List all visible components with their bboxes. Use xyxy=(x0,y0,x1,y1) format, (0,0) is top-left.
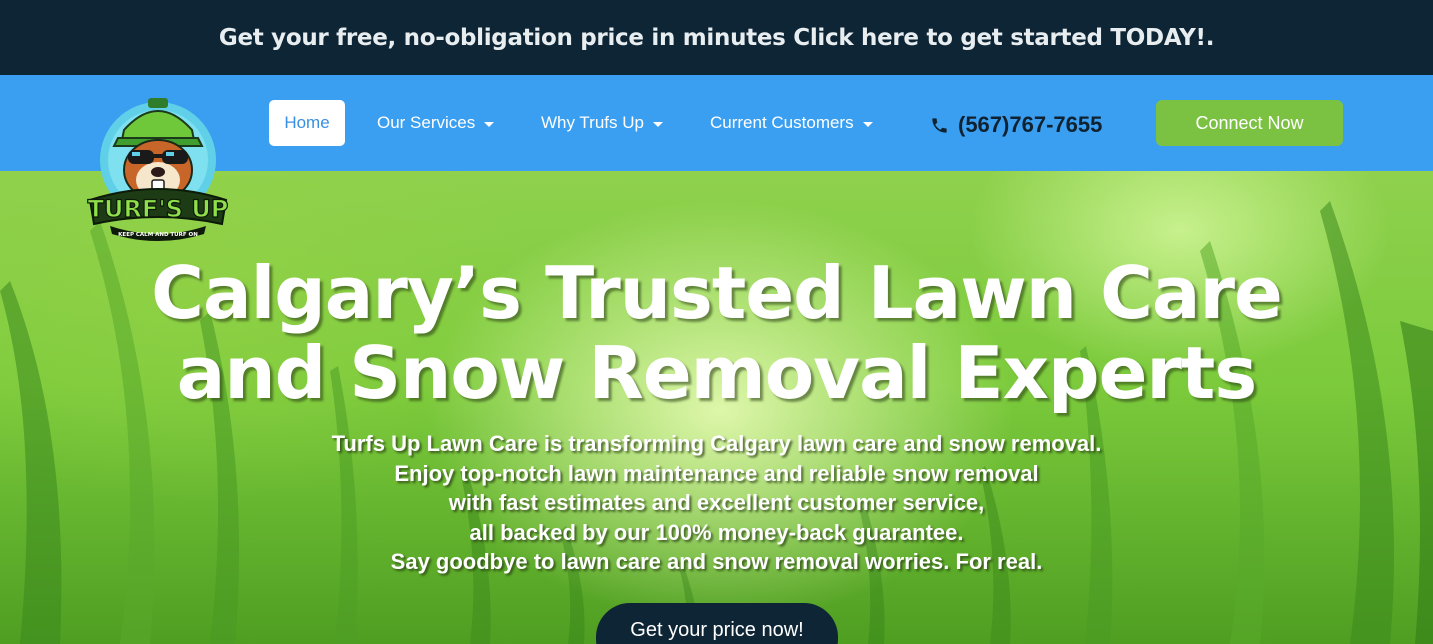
nav-current-customers-label: Current Customers xyxy=(710,113,854,132)
hero-subtitle-line: Enjoy top-notch lawn maintenance and rel… xyxy=(394,460,1039,486)
hero-subtitle-line: Turfs Up Lawn Care is transforming Calga… xyxy=(331,431,1102,456)
nav-home[interactable]: Home xyxy=(269,100,345,146)
get-price-button[interactable]: Get your price now! xyxy=(596,603,838,644)
nav-our-services[interactable]: Our Services xyxy=(377,100,495,146)
phone-number: (567)767-7655 xyxy=(958,112,1103,137)
promo-link[interactable]: Get your free, no-obligation price in mi… xyxy=(219,25,1215,51)
connect-now-button[interactable]: Connect Now xyxy=(1156,100,1343,146)
chevron-down-icon xyxy=(484,121,495,127)
nav-our-services-label: Our Services xyxy=(377,113,476,132)
logo-tagline: KEEP CALM AND TURF ON xyxy=(118,232,198,238)
hero-title-line-1: Calgary’s Trusted Lawn Care xyxy=(151,251,1283,335)
nav-home-label: Home xyxy=(284,113,330,132)
turfs-up-logo[interactable]: TURF'S UP KEEP CALM AND TURF ON xyxy=(86,92,230,244)
hero-title-line-2: and Snow Removal Experts xyxy=(176,331,1257,415)
nav-why-trufs-up-label: Why Trufs Up xyxy=(541,113,644,132)
chevron-down-icon xyxy=(652,121,663,127)
hero-subtitle-line: all backed by our 100% money-back guaran… xyxy=(469,519,964,545)
hero-subtitle-line: Say goodbye to lawn care and snow remova… xyxy=(390,549,1043,574)
nav-why-trufs-up[interactable]: Why Trufs Up xyxy=(541,100,663,146)
logo-brand-text: TURF'S UP xyxy=(88,195,229,223)
nav-current-customers[interactable]: Current Customers xyxy=(710,100,873,146)
hero-title: Calgary’s Trusted Lawn Care and Snow Rem… xyxy=(0,253,1433,413)
turfs-up-logo-graphic: TURF'S UP KEEP CALM AND TURF ON xyxy=(87,98,229,241)
hero-subtitle-line: with fast estimates and excellent custom… xyxy=(448,490,985,515)
promo-banner: Get your free, no-obligation price in mi… xyxy=(0,0,1433,75)
phone-link[interactable]: (567)767-7655 xyxy=(930,100,1102,150)
phone-icon xyxy=(932,117,947,133)
chevron-down-icon xyxy=(862,121,873,127)
hero-subtitle: Turfs Up Lawn Care is transforming Calga… xyxy=(0,429,1433,577)
